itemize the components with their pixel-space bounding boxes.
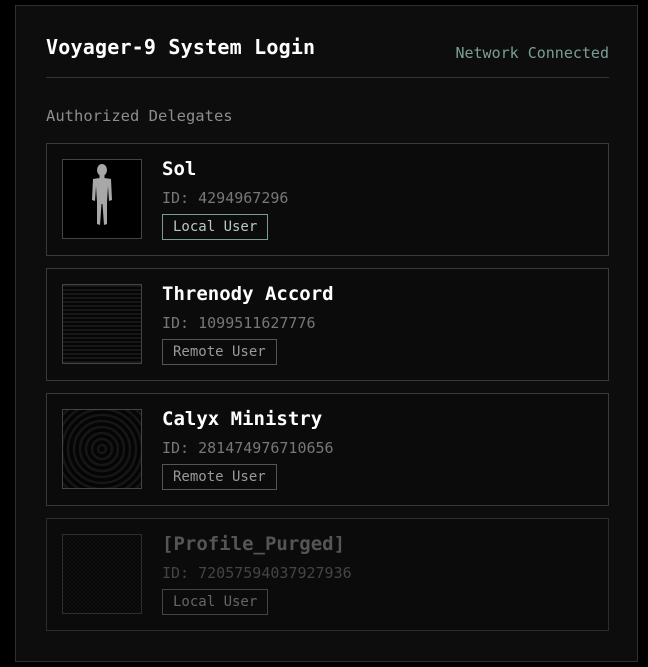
user-id: ID: 72057594037927936 <box>162 564 352 582</box>
human-figure-icon <box>92 164 112 225</box>
network-status: Network Connected <box>455 44 609 62</box>
user-id: ID: 1099511627776 <box>162 314 316 332</box>
section-label: Authorized Delegates <box>46 107 233 125</box>
user-card-calyx-ministry[interactable]: Calyx Ministry ID: 281474976710656 Remot… <box>46 393 609 506</box>
user-name: Threnody Accord <box>162 283 334 305</box>
user-id-value: 1099511627776 <box>198 314 316 332</box>
concentric-circles-pattern-icon <box>63 410 141 488</box>
user-type-badge: Remote User <box>162 339 277 365</box>
user-id-value: 281474976710656 <box>198 439 334 457</box>
user-id-prefix: ID: <box>162 564 199 582</box>
user-name: Sol <box>162 158 197 180</box>
user-card-sol[interactable]: Sol ID: 4294967296 Local User <box>46 143 609 256</box>
user-id-value: 72057594037927936 <box>198 564 352 582</box>
avatar <box>62 534 142 614</box>
user-card-purged: [Profile_Purged] ID: 72057594037927936 L… <box>46 518 609 631</box>
login-panel: Voyager-9 System Login Network Connected… <box>15 5 638 662</box>
avatar <box>62 409 142 489</box>
horizontal-lines-pattern-icon <box>63 285 141 363</box>
user-name: [Profile_Purged] <box>162 533 346 555</box>
user-type-badge: Local User <box>162 589 269 615</box>
user-card-threnody-accord[interactable]: Threnody Accord ID: 1099511627776 Remote… <box>46 268 609 381</box>
header: Voyager-9 System Login Network Connected <box>46 34 609 78</box>
user-type-badge: Remote User <box>162 464 277 490</box>
user-type-badge: Local User <box>162 214 269 240</box>
user-id-prefix: ID: <box>162 189 199 207</box>
dotted-grid-pattern-icon <box>63 535 141 613</box>
user-id-value: 4294967296 <box>198 189 289 207</box>
user-id: ID: 4294967296 <box>162 189 288 207</box>
user-id: ID: 281474976710656 <box>162 439 334 457</box>
user-id-prefix: ID: <box>162 314 199 332</box>
avatar <box>62 159 142 239</box>
user-id-prefix: ID: <box>162 439 199 457</box>
user-name: Calyx Ministry <box>162 408 323 430</box>
avatar <box>62 284 142 364</box>
page-title: Voyager-9 System Login <box>46 35 316 59</box>
